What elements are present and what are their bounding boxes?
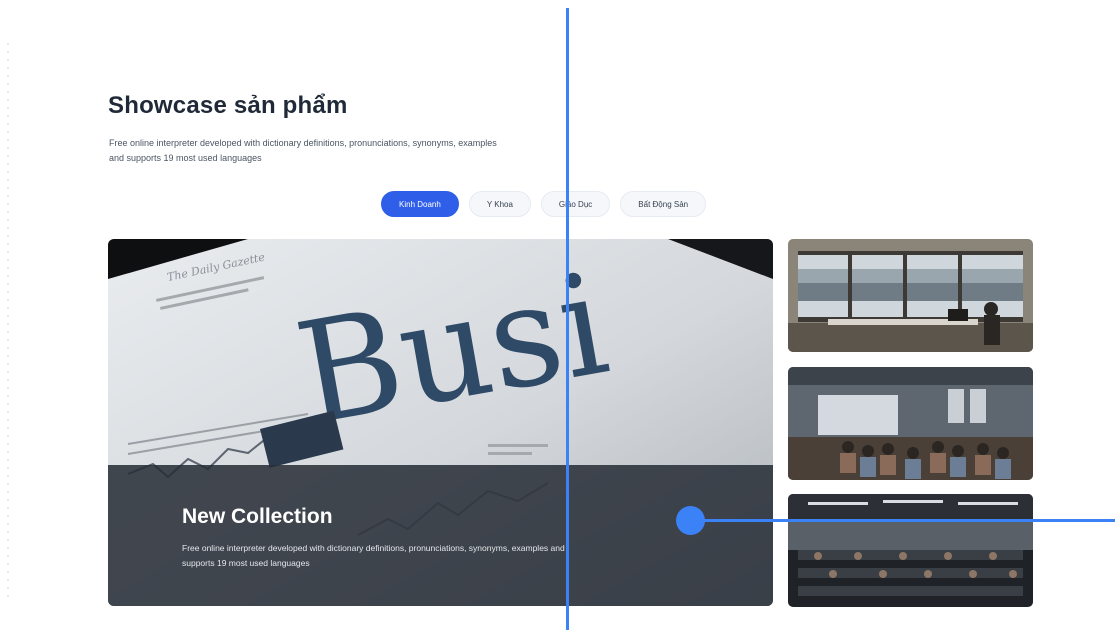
tab-kinh-doanh[interactable]: Kinh Doanh xyxy=(381,191,459,217)
section-title: Showcase sản phẩm xyxy=(108,92,348,119)
thumbnail-office-window[interactable] xyxy=(788,239,1033,352)
section-description: Free online interpreter developed with d… xyxy=(109,138,497,163)
hero-description: Free online interpreter developed with d… xyxy=(182,543,565,568)
vertical-guide-line xyxy=(566,8,569,630)
hero-title: New Collection xyxy=(182,505,333,528)
thumbnail-meeting-room[interactable] xyxy=(788,367,1033,480)
horizontal-guide-line xyxy=(690,519,1115,522)
hero-overlay xyxy=(108,465,773,606)
tab-giao-duc[interactable]: Giáo Dục xyxy=(540,191,611,217)
meeting-room-photo xyxy=(788,367,1033,480)
thumbnail-open-office[interactable] xyxy=(788,494,1033,607)
dotted-edge-decoration xyxy=(4,40,12,600)
guide-marker-dot xyxy=(676,506,705,535)
tab-y-khoa[interactable]: Y Khoa xyxy=(468,191,531,217)
office-window-photo xyxy=(788,239,1033,352)
category-tabs: Kinh Doanh Y Khoa Giáo Dục Bất Động Sản xyxy=(381,191,707,217)
tab-bat-dong-san[interactable]: Bất Động Sản xyxy=(620,191,707,217)
open-office-photo xyxy=(788,494,1033,607)
